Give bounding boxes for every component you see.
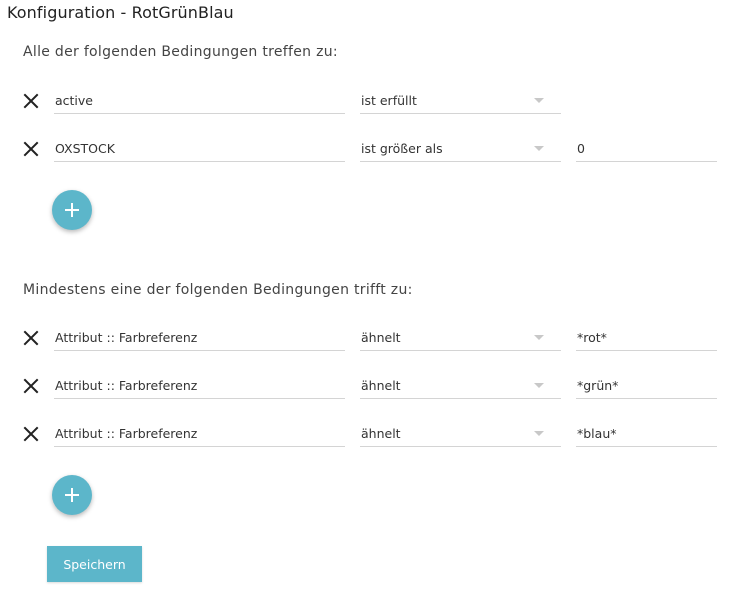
operator-value: ähnelt [361, 330, 401, 345]
attribute-field[interactable]: Attribut :: Farbreferenz [54, 318, 345, 351]
close-icon [23, 426, 39, 442]
condition-row: Attribut :: Farbreferenz ähnelt *rot* [0, 318, 733, 358]
page-title: Konfiguration - RotGrünBlau [7, 3, 234, 22]
add-condition-button[interactable] [52, 190, 92, 230]
value-input[interactable]: 0 [576, 129, 717, 162]
attribute-field[interactable]: OXSTOCK [54, 129, 345, 162]
operator-value: ähnelt [361, 426, 401, 441]
remove-condition-button[interactable] [22, 329, 40, 347]
close-icon [23, 330, 39, 346]
condition-row: active ist erfüllt [0, 81, 733, 121]
add-condition-button[interactable] [52, 475, 92, 515]
section-heading-all: Alle der folgenden Bedingungen treffen z… [23, 44, 338, 60]
remove-condition-button[interactable] [22, 92, 40, 110]
value-text: *rot* [577, 330, 607, 345]
operator-value: ähnelt [361, 378, 401, 393]
condition-row: OXSTOCK ist größer als 0 [0, 129, 733, 169]
operator-select[interactable]: ähnelt [360, 366, 561, 399]
remove-condition-button[interactable] [22, 140, 40, 158]
attribute-value: active [55, 93, 93, 108]
attribute-value: Attribut :: Farbreferenz [55, 426, 198, 441]
attribute-field[interactable]: Attribut :: Farbreferenz [54, 414, 345, 447]
value-input[interactable]: *blau* [576, 414, 717, 447]
value-text: 0 [577, 141, 585, 156]
caret-down-icon [534, 98, 544, 103]
operator-value: ist erfüllt [361, 93, 417, 108]
value-text: *blau* [577, 426, 617, 441]
attribute-field[interactable]: Attribut :: Farbreferenz [54, 366, 345, 399]
operator-select[interactable]: ist größer als [360, 129, 561, 162]
close-icon [23, 93, 39, 109]
close-icon [23, 141, 39, 157]
caret-down-icon [534, 383, 544, 388]
section-heading-any: Mindestens eine der folgenden Bedingunge… [23, 282, 413, 298]
remove-condition-button[interactable] [22, 377, 40, 395]
value-input[interactable]: *rot* [576, 318, 717, 351]
operator-select[interactable]: ähnelt [360, 318, 561, 351]
save-button[interactable]: Speichern [47, 546, 142, 582]
operator-select[interactable]: ist erfüllt [360, 81, 561, 114]
operator-select[interactable]: ähnelt [360, 414, 561, 447]
caret-down-icon [534, 335, 544, 340]
value-text: *grün* [577, 378, 619, 393]
attribute-value: OXSTOCK [55, 141, 115, 156]
close-icon [23, 378, 39, 394]
caret-down-icon [534, 146, 544, 151]
attribute-value: Attribut :: Farbreferenz [55, 330, 198, 345]
remove-condition-button[interactable] [22, 425, 40, 443]
attribute-value: Attribut :: Farbreferenz [55, 378, 198, 393]
condition-row: Attribut :: Farbreferenz ähnelt *blau* [0, 414, 733, 454]
condition-row: Attribut :: Farbreferenz ähnelt *grün* [0, 366, 733, 406]
caret-down-icon [534, 431, 544, 436]
operator-value: ist größer als [361, 141, 443, 156]
attribute-field[interactable]: active [54, 81, 345, 114]
value-input[interactable]: *grün* [576, 366, 717, 399]
